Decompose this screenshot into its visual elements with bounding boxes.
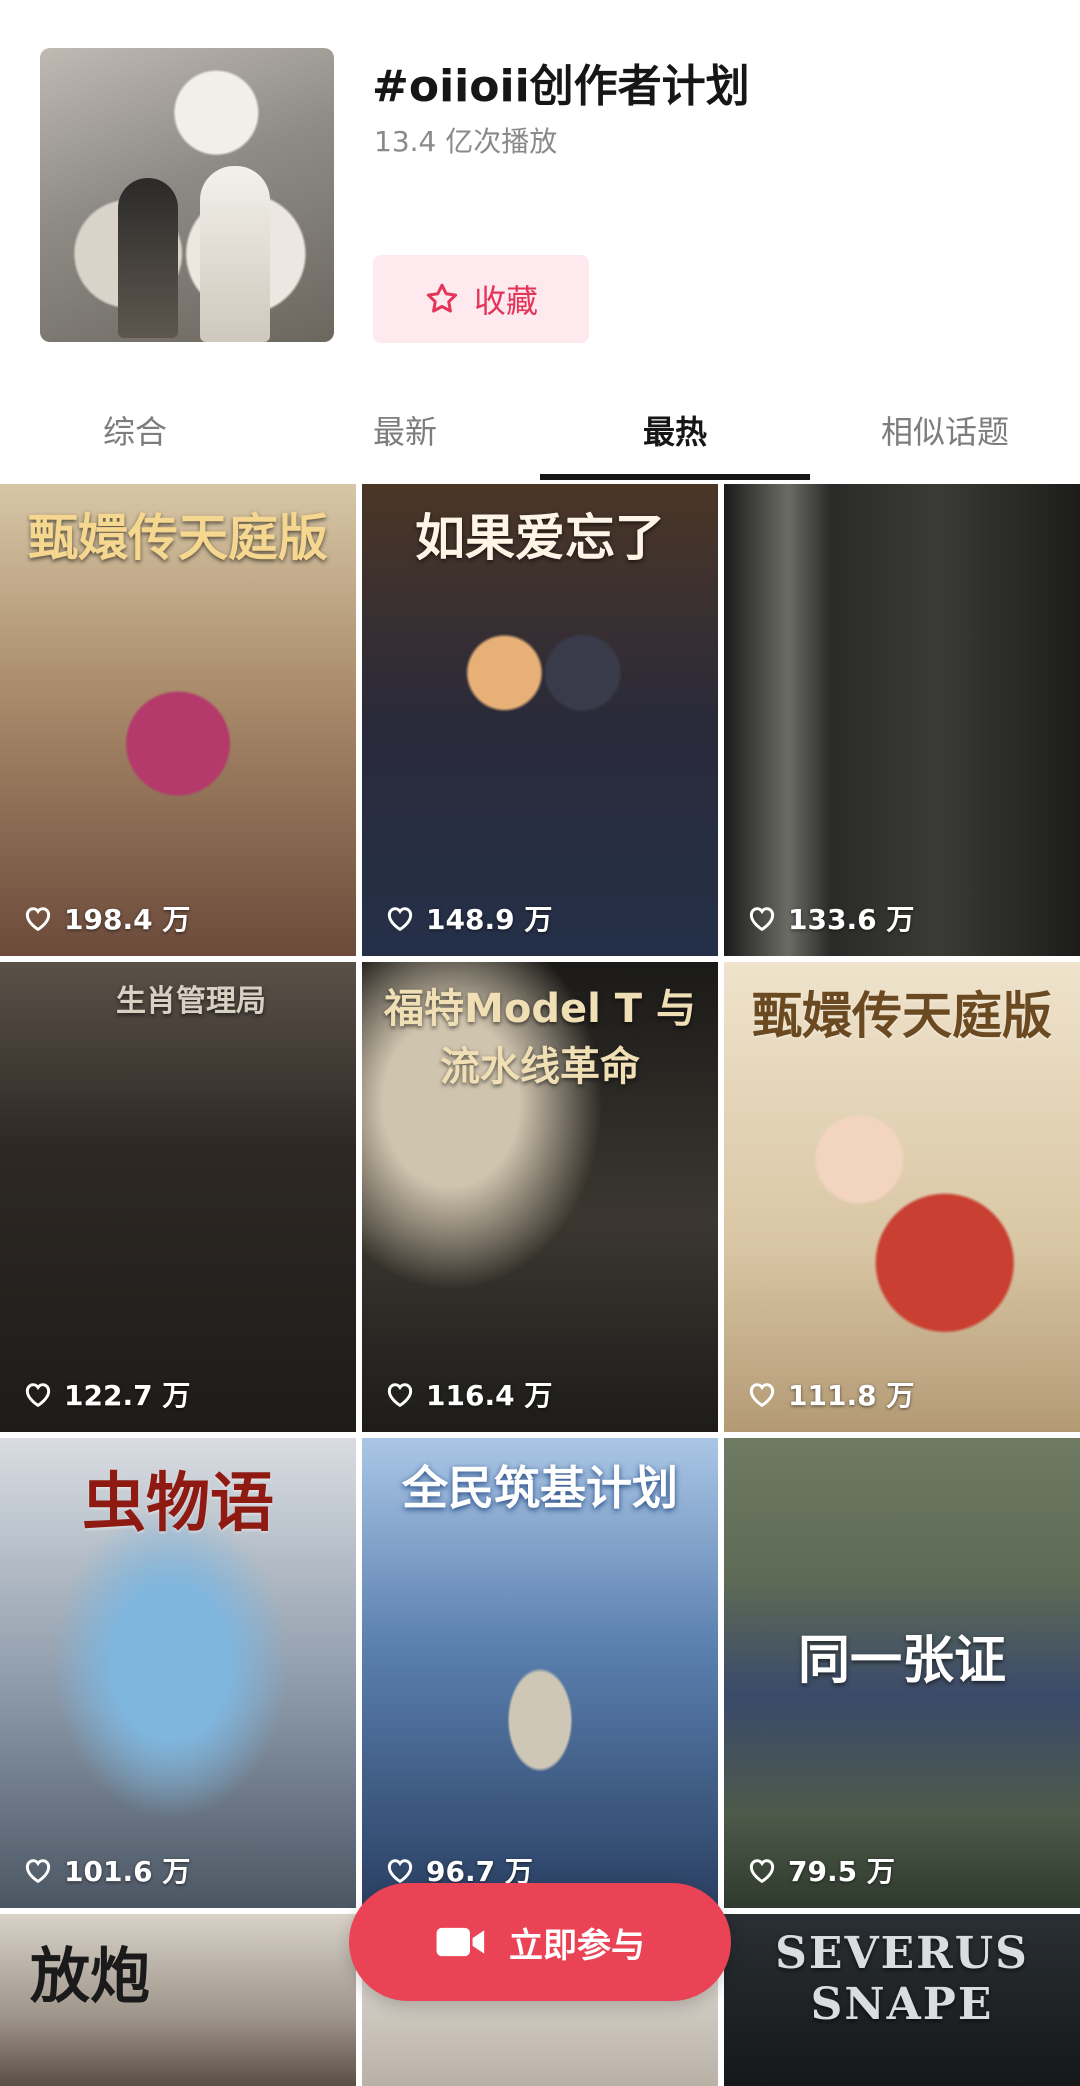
cover-figure-dark — [118, 178, 178, 338]
heart-icon — [387, 907, 413, 932]
like-count-text: 122.7 万 — [64, 1379, 191, 1412]
video-overlay-title: 如果爱忘了 — [415, 508, 665, 567]
video-overlay-title: 甄嬛传天庭版 — [28, 508, 328, 567]
like-count: 133.6 万 — [746, 898, 914, 938]
video-overlay-title: 同一张证 — [797, 1630, 1006, 1691]
video-card[interactable]: 甄嬛传天庭版 198.4 万 — [0, 484, 356, 956]
tab-comprehensive[interactable]: 综合 — [0, 390, 270, 480]
video-card[interactable]: 生肖管理局 122.7 万 — [0, 962, 356, 1432]
video-overlay-title: 生肖管理局 — [116, 984, 266, 1019]
tab-similar-topics[interactable]: 相似话题 — [810, 390, 1080, 480]
like-count-text: 133.6 万 — [788, 903, 915, 936]
video-overlay-title: 放炮 — [30, 1942, 150, 2012]
video-camera-icon — [436, 1927, 485, 1957]
star-icon — [426, 283, 458, 313]
like-count-text: 148.9 万 — [426, 903, 553, 936]
favorite-label: 收藏 — [473, 282, 538, 320]
heart-icon — [387, 1383, 413, 1408]
heart-icon — [25, 907, 51, 932]
like-count-text: 111.8 万 — [788, 1379, 915, 1412]
cover-figure-light — [200, 166, 270, 342]
tab-latest[interactable]: 最新 — [270, 390, 540, 480]
topic-cover-image[interactable] — [40, 48, 334, 342]
like-count: 111.8 万 — [746, 1374, 914, 1414]
video-card[interactable]: 甄嬛传天庭版 111.8 万 — [724, 962, 1080, 1432]
video-overlay-title: 全民筑基计划 — [402, 1461, 678, 1515]
video-card[interactable]: 全民筑基计划 96.7 万 — [362, 1438, 718, 1908]
heart-icon — [749, 907, 775, 932]
video-card[interactable]: 虫物语 101.6 万 — [0, 1438, 356, 1908]
video-card[interactable]: SEVERUS SNAPE — [724, 1914, 1080, 2086]
heart-icon — [387, 1859, 413, 1884]
heart-icon — [749, 1383, 775, 1408]
like-count: 116.4 万 — [384, 1374, 552, 1414]
like-count-text: 79.5 万 — [788, 1855, 895, 1888]
topic-tabs: 综合 最新 最热 相似话题 — [0, 390, 1080, 480]
video-card[interactable]: 同一张证 79.5 万 — [724, 1438, 1080, 1908]
like-count: 198.4 万 — [22, 898, 190, 938]
topic-play-count: 13.4 亿次播放 — [374, 125, 558, 158]
favorite-button[interactable]: 收藏 — [373, 255, 589, 343]
video-card[interactable]: 133.6 万 — [724, 484, 1080, 956]
topic-header: #oiioii创作者计划 13.4 亿次播放 收藏 — [0, 0, 1080, 380]
like-count: 122.7 万 — [22, 1374, 190, 1414]
join-now-button[interactable]: 立即参与 — [349, 1883, 731, 2001]
video-thumbnail — [0, 962, 356, 1432]
video-overlay-title: 虫物语 — [82, 1466, 274, 1541]
like-count-text: 198.4 万 — [64, 903, 191, 936]
video-thumbnail — [724, 484, 1080, 956]
video-overlay-title: 福特Model T 与流水线革命 — [384, 986, 696, 1090]
like-count-text: 116.4 万 — [426, 1379, 553, 1412]
like-count: 79.5 万 — [746, 1850, 895, 1890]
like-count: 101.6 万 — [22, 1850, 190, 1890]
tab-hottest[interactable]: 最热 — [540, 390, 810, 480]
heart-icon — [25, 1383, 51, 1408]
video-card[interactable]: 如果爱忘了 148.9 万 — [362, 484, 718, 956]
join-now-label: 立即参与 — [509, 1925, 645, 1966]
heart-icon — [25, 1859, 51, 1884]
video-overlay-title: 甄嬛传天庭版 — [752, 986, 1052, 1045]
topic-title: #oiioii创作者计划 — [372, 61, 750, 112]
video-overlay-title: SEVERUS SNAPE — [775, 1928, 1029, 2030]
video-card[interactable]: 福特Model T 与流水线革命 116.4 万 — [362, 962, 718, 1432]
like-count: 148.9 万 — [384, 898, 552, 938]
video-card[interactable]: 放炮 — [0, 1914, 356, 2086]
heart-icon — [749, 1859, 775, 1884]
like-count-text: 101.6 万 — [64, 1855, 191, 1888]
